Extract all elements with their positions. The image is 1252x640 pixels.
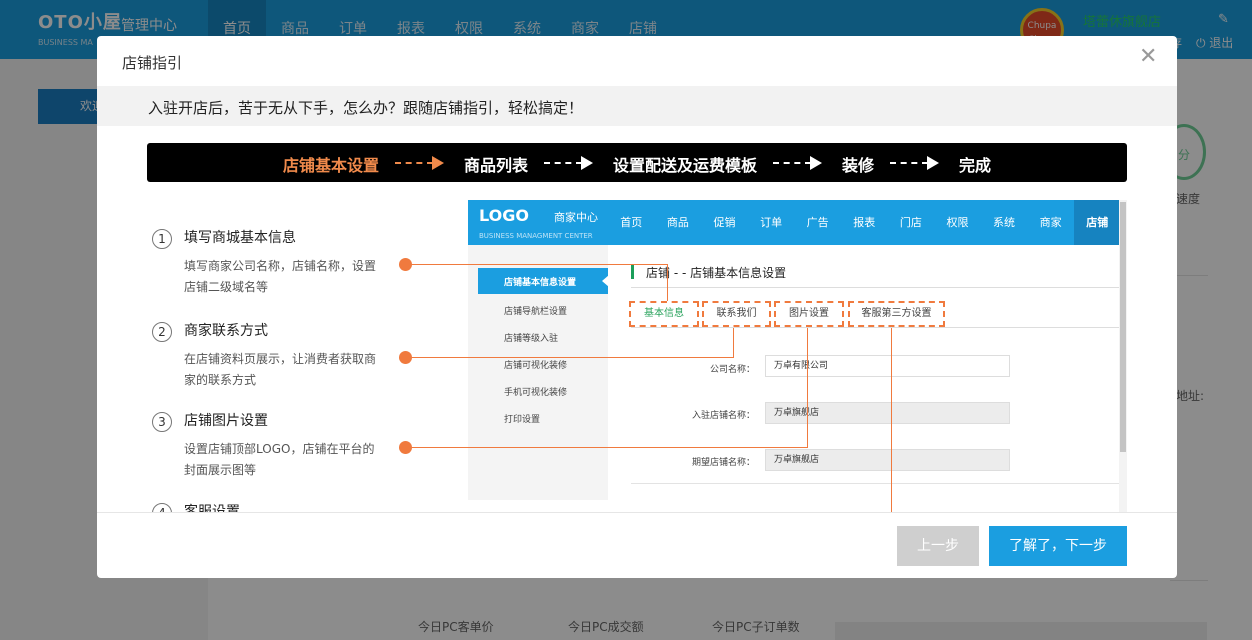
- preview-nav-item-active: 店铺: [1073, 200, 1121, 245]
- step-number: 1: [152, 229, 172, 249]
- preview-nav-item: 广告: [806, 216, 829, 229]
- callout-line: [405, 357, 734, 358]
- preview-logo-sub: BUSINESS MANAGMENT CENTER: [479, 232, 593, 240]
- guide-content[interactable]: 1 填写商城基本信息 填写商家公司名称，店铺名称，设置店铺二级域名等 2 商家联…: [97, 186, 1177, 513]
- guide-subheader: 入驻开店后，苦于无从下手，怎么办？跟随店铺指引，轻松搞定！: [97, 86, 1177, 126]
- shop-guide-modal: 店铺指引 ✕ 入驻开店后，苦于无从下手，怎么办？跟随店铺指引，轻松搞定！ 店铺基…: [97, 36, 1177, 578]
- preview-field-company: 万卓有限公司: [765, 355, 1010, 377]
- arrow-right-icon: [581, 156, 593, 170]
- preview-nav-item: 商品: [666, 216, 689, 229]
- guide-intro: 入驻开店后，苦于无从下手，怎么办？跟随店铺指引，轻松搞定！: [148, 99, 584, 117]
- preview-tab-contact: 联系我们: [702, 301, 771, 327]
- preview-heading-marker: [631, 265, 634, 279]
- instruction-desc: 在店铺资料页展示，让消费者获取商家的联系方式: [184, 352, 377, 387]
- step-delivery: 设置配送及运费模板: [613, 156, 758, 175]
- step-arrow: [544, 162, 582, 164]
- preview-field-label: 入驻店铺名称：: [691, 411, 755, 421]
- next-step-button[interactable]: 了解了，下一步: [989, 526, 1127, 566]
- preview-sidebar-item: 打印设置: [504, 415, 541, 425]
- preview-field-label: 期望店铺名称：: [691, 458, 755, 468]
- footer-divider: [97, 512, 1177, 513]
- preview-tab-line: [631, 327, 1119, 328]
- preview-sidebar-item: 手机可视化装修: [504, 388, 568, 398]
- preview-nav-item: 促销: [713, 216, 736, 229]
- preview-nav-item: 报表: [853, 216, 876, 229]
- callout-line: [733, 328, 734, 358]
- modal-title: 店铺指引: [122, 54, 183, 72]
- step-bar: 店铺基本设置 商品列表 设置配送及运费模板 装修 完成: [147, 143, 1127, 182]
- preview-tab-customer-service: 客服第三方设置: [848, 301, 945, 327]
- preview-field-expected-name: 万卓旗舰店: [765, 449, 1010, 471]
- step-arrow: [890, 162, 928, 164]
- step-arrow: [773, 162, 811, 164]
- close-icon[interactable]: ✕: [1139, 44, 1157, 69]
- preview-field-label: 公司名称：: [709, 365, 755, 375]
- callout-line: [405, 447, 807, 448]
- preview-top-bar: LOGO BUSINESS MANAGMENT CENTER 商家中心 首页 商…: [468, 200, 1121, 245]
- preview-tab-basic-info: 基本信息: [629, 301, 699, 327]
- arrow-right-icon: [927, 156, 939, 170]
- step-decoration: 装修: [842, 156, 875, 175]
- arrow-right-icon: [810, 156, 822, 170]
- preview-divider: [631, 287, 1119, 288]
- instruction-desc: 填写商家公司名称，店铺名称，设置店铺二级域名等: [184, 259, 377, 294]
- instruction-title: 填写商城基本信息: [184, 230, 296, 246]
- instruction-title: 店铺图片设置: [184, 413, 268, 429]
- preview-scroll-thumb: [1120, 202, 1126, 452]
- preview-sidebar-active: 店铺基本信息设置: [478, 268, 609, 294]
- preview-sidebar-item: 店铺等级入驻: [504, 334, 559, 344]
- preview-logo: LOGO: [479, 206, 529, 225]
- preview-nav-item: 订单: [760, 216, 783, 229]
- preview-sidebar: 店铺基本信息设置 店铺导航栏设置 店铺等级入驻 店铺可视化装修 手机可视化装修 …: [468, 245, 609, 500]
- preview-center-title: 商家中心: [554, 211, 598, 224]
- callout-line: [807, 328, 808, 448]
- preview-nav-item: 商家: [1039, 216, 1062, 229]
- step-number: 2: [152, 322, 172, 342]
- preview-sidebar-item: 店铺导航栏设置: [504, 307, 568, 317]
- callout-line: [891, 328, 892, 513]
- preview-tab-images: 图片设置: [774, 301, 844, 327]
- arrow-right-icon: [432, 156, 444, 170]
- prev-step-button[interactable]: 上一步: [897, 526, 979, 566]
- preview-nav-item: 权限: [946, 216, 969, 229]
- preview-sidebar-active-label: 店铺基本信息设置: [504, 278, 577, 288]
- callout-line: [667, 264, 668, 301]
- preview-sidebar-item: 店铺可视化装修: [504, 361, 568, 371]
- callout-line: [405, 264, 667, 265]
- step-done: 完成: [959, 156, 992, 175]
- preview-nav: 首页 商品 促销 订单 广告 报表 门店 权限 系统 商家 店铺: [608, 200, 1121, 245]
- step-number: 3: [152, 412, 172, 432]
- preview-divider: [631, 483, 1119, 484]
- preview-field-shop-name: 万卓旗舰店: [765, 402, 1010, 424]
- step-shop-basic: 店铺基本设置: [283, 156, 380, 175]
- step-goods-list: 商品列表: [464, 156, 529, 175]
- preview-nav-item: 门店: [899, 216, 922, 229]
- step-arrow: [395, 162, 433, 164]
- preview-nav-item: 首页: [620, 216, 643, 229]
- preview-scrollbar: [1119, 200, 1127, 513]
- instruction-desc: 设置店铺顶部LOGO，店铺在平台的封面展示图等: [184, 442, 375, 477]
- preview-nav-item: 系统: [993, 216, 1016, 229]
- instruction-title: 商家联系方式: [184, 323, 268, 339]
